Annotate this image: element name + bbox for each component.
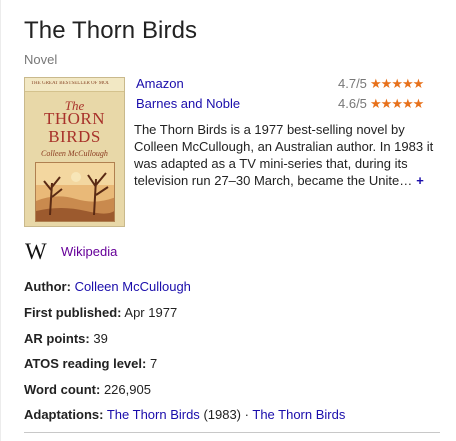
- description-line-last: television run 27–30 March, became the U…: [134, 172, 440, 189]
- star-icon: ★: [401, 96, 414, 111]
- fact-first-published: First published: Apr 1977: [24, 305, 177, 320]
- page-title: The Thorn Birds: [24, 17, 198, 44]
- star-icon: ★: [401, 76, 414, 91]
- description-line: Colleen McCullough, an Australian author…: [134, 139, 434, 154]
- fact-label: ATOS reading level:: [24, 356, 147, 371]
- star-icon: ★: [380, 76, 393, 91]
- retailer-score: 4.6/5: [338, 96, 367, 111]
- star-rating: ★★★★★: [370, 96, 425, 112]
- fact-value: 39: [93, 331, 108, 346]
- fact-adaptations: Adaptations: The Thorn Birds (1983) · Th…: [24, 407, 345, 422]
- description-line-text: television run 27–30 March, became the U…: [134, 173, 413, 188]
- wikipedia-logo-icon: W: [25, 239, 47, 264]
- fact-label: First published:: [24, 305, 122, 320]
- star-rating: ★★★★★: [370, 76, 425, 92]
- fact-label: Word count:: [24, 382, 101, 397]
- star-icon: ★: [380, 96, 393, 111]
- cover-illustration: [35, 162, 115, 222]
- retailer-row-barnes-and-noble: Barnes and Noble 4.6/5 ★★★★★: [136, 96, 436, 114]
- description: The Thorn Birds is a 1977 best-selling n…: [134, 121, 440, 189]
- cover-title-birds: BIRDS: [48, 127, 101, 146]
- description-line: was adapted as a TV mini-series that, du…: [134, 156, 408, 171]
- fact-value: Apr 1977: [124, 305, 178, 320]
- adaptation-separator: ·: [244, 407, 249, 422]
- star-icon: ★: [370, 76, 382, 91]
- fact-label: Author:: [24, 279, 71, 294]
- cover-author: Colleen McCullough: [41, 149, 108, 158]
- author-link[interactable]: Colleen McCullough: [75, 279, 191, 294]
- fact-ar-points: AR points: 39: [24, 331, 108, 346]
- retailer-row-amazon: Amazon 4.7/5 ★★★★★: [136, 76, 436, 94]
- fact-atos-reading-level: ATOS reading level: 7: [24, 356, 157, 371]
- star-icon: ★: [391, 76, 403, 91]
- cover-banner-text: THE GREAT BESTSELLER OF MODERN TIMES: [31, 81, 109, 86]
- book-cover-image[interactable]: THE GREAT BESTSELLER OF MODERN TIMES The…: [24, 77, 125, 227]
- fact-label: AR points:: [24, 331, 90, 346]
- divider: [24, 432, 440, 433]
- adaptation-year: (1983): [203, 407, 242, 422]
- expand-description-button[interactable]: +: [416, 173, 424, 188]
- description-line: The Thorn Birds is a 1977 best-selling n…: [134, 122, 405, 137]
- half-star-icon: ★: [412, 76, 425, 91]
- knowledge-panel: The Thorn Birds Novel THE GREAT BESTSELL…: [0, 0, 456, 441]
- wikipedia-link[interactable]: Wikipedia: [61, 244, 117, 259]
- panel-left-border: [0, 0, 1, 441]
- retailer-link-barnes-and-noble[interactable]: Barnes and Noble: [136, 96, 240, 111]
- adaptation-link-1983[interactable]: The Thorn Birds: [107, 407, 200, 422]
- fact-word-count: Word count: 226,905: [24, 382, 151, 397]
- cover-title-thorn: THORN: [43, 109, 106, 128]
- fact-value: 7: [149, 356, 158, 371]
- half-star-icon: ★: [412, 96, 425, 111]
- fact-value: 226,905: [103, 382, 151, 397]
- retailer-link-amazon[interactable]: Amazon: [136, 76, 184, 91]
- star-icon: ★: [391, 96, 403, 111]
- star-icon: ★: [370, 96, 382, 111]
- retailer-score: 4.7/5: [338, 76, 367, 91]
- fact-label: Adaptations:: [24, 407, 104, 422]
- page-subtitle: Novel: [24, 52, 58, 67]
- fact-author: Author: Colleen McCullough: [24, 279, 191, 294]
- adaptation-link-2[interactable]: The Thorn Birds: [252, 407, 345, 422]
